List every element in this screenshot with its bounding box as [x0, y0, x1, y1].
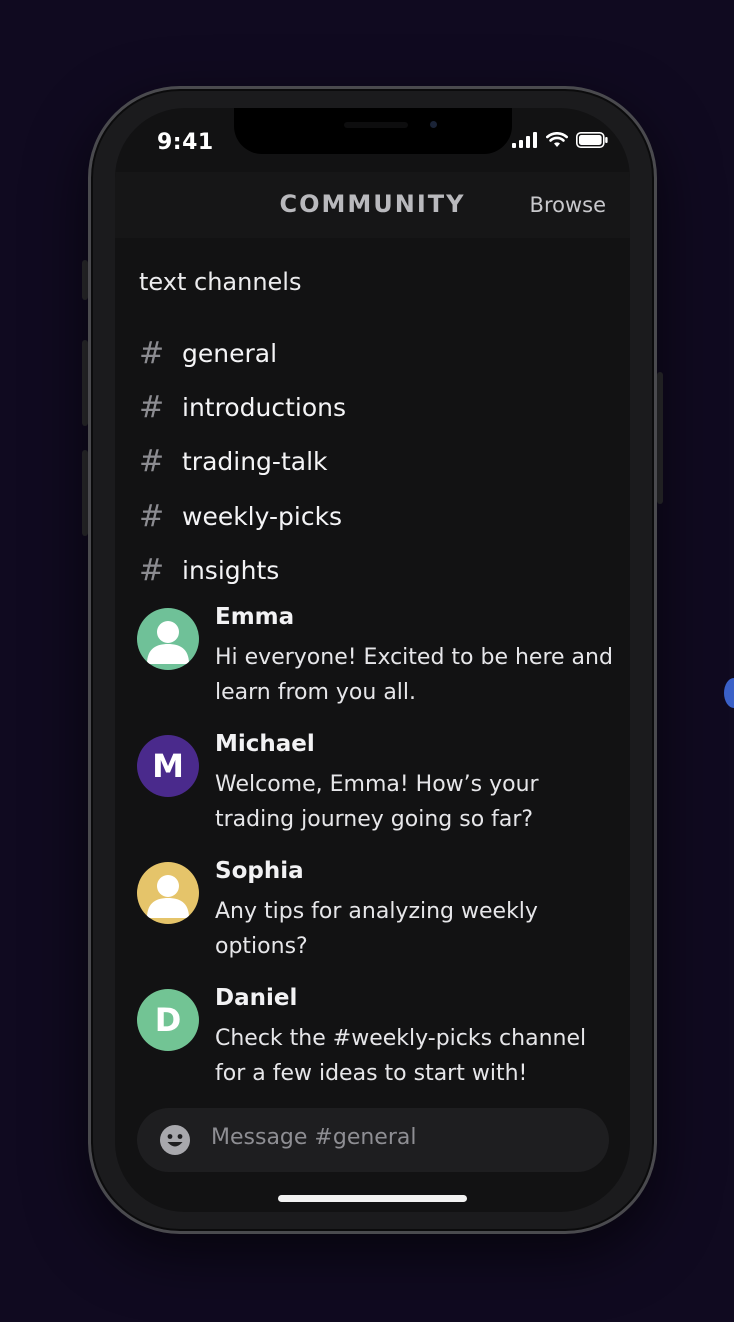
channel-item-trading-talk[interactable]: # trading-talk	[139, 435, 346, 489]
channel-list: # general # introductions # trading-talk…	[139, 326, 346, 598]
hash-icon: #	[139, 553, 165, 589]
avatar[interactable]: D	[137, 989, 199, 1051]
section-label-text-channels: text channels	[139, 268, 302, 296]
battery-icon	[576, 132, 608, 148]
channel-name: weekly-picks	[182, 501, 343, 531]
app-header: COMMUNITY Browse	[115, 172, 630, 238]
emoji-icon[interactable]	[159, 1124, 191, 1156]
message-composer[interactable]: Message #general	[137, 1108, 609, 1172]
hash-icon: #	[139, 390, 165, 426]
home-indicator[interactable]	[278, 1195, 467, 1202]
channel-item-weekly-picks[interactable]: # weekly-picks	[139, 489, 346, 543]
message-item: Sophia Any tips for analyzing weekly opt…	[137, 856, 617, 983]
message-text: Welcome, Emma! How’s your trading journe…	[215, 772, 539, 832]
status-icons	[512, 132, 608, 148]
message-author[interactable]: Emma	[215, 604, 294, 630]
channel-item-general[interactable]: # general	[139, 326, 346, 380]
avatar-letter: M	[152, 747, 184, 785]
stage: 9:41 COMMUNITY Browse text channels # ge…	[0, 0, 734, 1322]
avatar-letter: D	[154, 1001, 182, 1039]
phone-screen: 9:41 COMMUNITY Browse text channels # ge…	[115, 108, 630, 1212]
channel-item-introductions[interactable]: # introductions	[139, 380, 346, 434]
signal-icon	[512, 132, 537, 148]
status-time: 9:41	[157, 130, 214, 155]
hash-icon: #	[139, 444, 165, 480]
browse-button[interactable]: Browse	[530, 193, 606, 217]
message-author[interactable]: Michael	[215, 731, 315, 757]
user-icon	[147, 621, 189, 664]
channel-name: introductions	[182, 393, 346, 423]
earpiece	[344, 122, 408, 128]
message-input[interactable]: Message #general	[211, 1125, 416, 1150]
message-text: Any tips for analyzing weekly options?	[215, 899, 538, 959]
channel-name: general	[182, 338, 278, 368]
message-author[interactable]: Sophia	[215, 858, 304, 884]
message-item: M Michael Welcome, Emma! How’s your trad…	[137, 729, 617, 856]
message-item: D Daniel Check the #weekly-picks channel…	[137, 983, 617, 1110]
front-camera	[430, 121, 437, 128]
user-icon	[147, 875, 189, 918]
channel-name: insights	[182, 556, 280, 586]
message-text: Hi everyone! Excited to be here and lear…	[215, 645, 613, 705]
message-author[interactable]: Daniel	[215, 985, 297, 1011]
hash-icon: #	[139, 498, 165, 534]
power-button	[657, 372, 663, 504]
channel-item-insights[interactable]: # insights	[139, 544, 346, 598]
message-list: Emma Hi everyone! Excited to be here and…	[137, 602, 617, 1110]
message-text: Check the #weekly-picks channel for a fe…	[215, 1026, 587, 1086]
channel-name: trading-talk	[182, 447, 328, 477]
avatar[interactable]	[137, 862, 199, 924]
avatar[interactable]	[137, 608, 199, 670]
hash-icon: #	[139, 335, 165, 371]
wifi-icon	[546, 132, 568, 147]
message-item: Emma Hi everyone! Excited to be here and…	[137, 602, 617, 729]
edge-dot	[724, 678, 734, 708]
avatar[interactable]: M	[137, 735, 199, 797]
notch	[234, 108, 512, 154]
